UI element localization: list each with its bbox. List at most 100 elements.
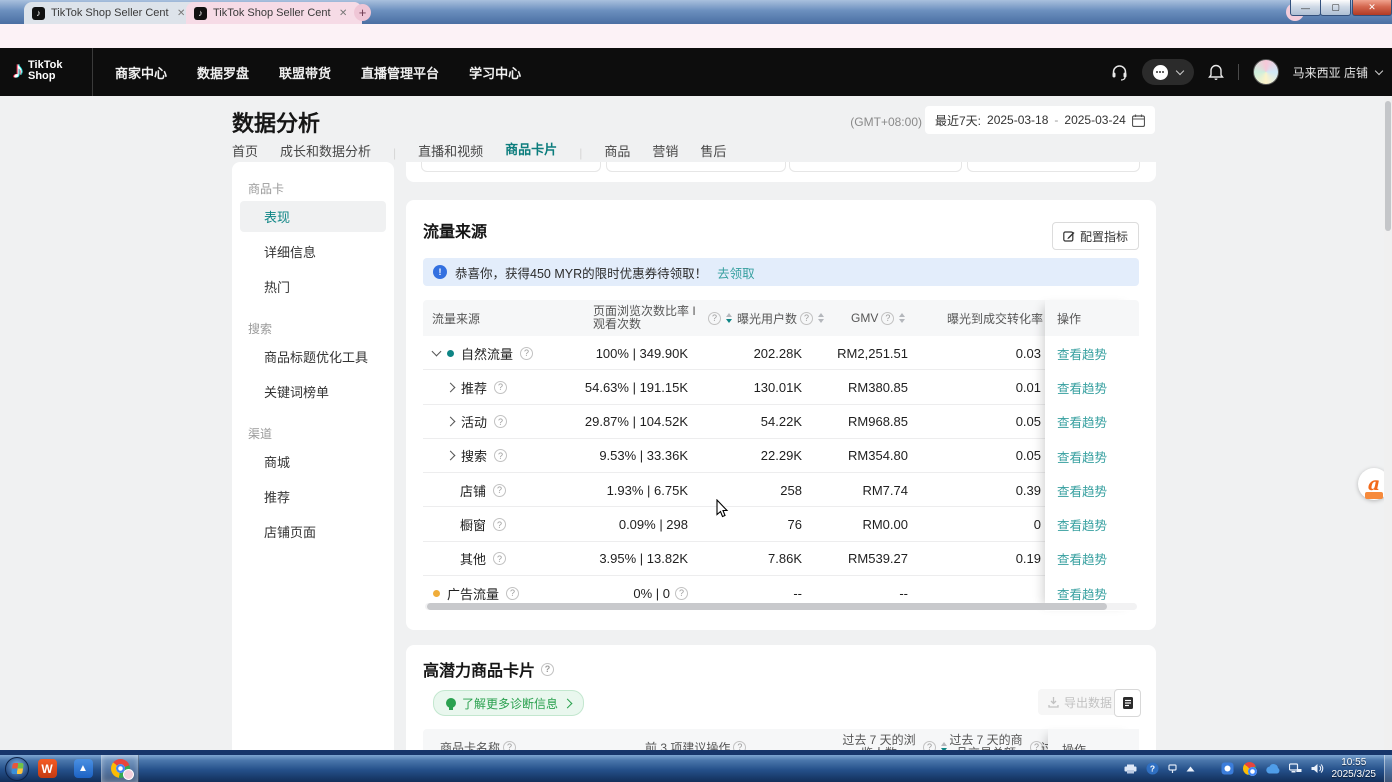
tray-app-icon[interactable] <box>1221 762 1234 775</box>
topnav-item[interactable]: 联盟带货 <box>279 63 331 82</box>
column-conversion-rate[interactable]: 曝光到成交转化率 ? <box>947 300 1059 336</box>
tab-close-icon[interactable]: ✕ <box>339 8 347 19</box>
tab-close-icon[interactable]: ✕ <box>177 8 185 19</box>
view-trend-link[interactable]: 查看趋势 <box>1045 336 1139 370</box>
sidebar-item[interactable]: 热门 <box>240 271 386 302</box>
view-trend-link[interactable]: 查看趋势 <box>1045 473 1139 507</box>
column-7day-gmv[interactable]: 过去 7 天的商品交易总额 ? <box>945 729 1054 750</box>
metric-card[interactable] <box>967 162 1140 172</box>
date-separator: - <box>1054 113 1058 127</box>
tray-usb-icon[interactable] <box>1168 764 1177 773</box>
start-button[interactable] <box>5 757 29 781</box>
info-icon[interactable]: ? <box>923 741 936 751</box>
taskbar-chrome-button[interactable] <box>101 755 139 782</box>
expand-icon[interactable] <box>446 451 456 461</box>
expand-icon[interactable] <box>432 347 442 357</box>
metric-card[interactable] <box>789 162 962 172</box>
taskbar-clock[interactable]: 10:55 2025/3/25 <box>1332 757 1377 781</box>
new-tab-button[interactable]: + <box>354 4 371 21</box>
taskbar-wps-button[interactable]: W <box>29 755 65 782</box>
info-icon[interactable]: ? <box>493 484 506 497</box>
date-range-picker[interactable]: 最近7天: 2025-03-18 - 2025-03-24 <box>925 106 1155 134</box>
topnav-item[interactable]: 商家中心 <box>115 63 167 82</box>
info-icon[interactable]: ? <box>494 415 507 428</box>
topnav-item[interactable]: 数据罗盘 <box>197 63 249 82</box>
configure-metrics-button[interactable]: 配置指标 <box>1052 222 1139 250</box>
sidebar-section-label: 商品卡 <box>248 180 394 197</box>
metric-card[interactable] <box>606 162 786 172</box>
claim-coupon-link[interactable]: 去领取 <box>717 263 755 282</box>
info-icon[interactable]: ? <box>733 741 746 751</box>
info-icon[interactable]: ? <box>503 741 516 751</box>
users-value: 76 <box>788 508 802 542</box>
clock-time: 10:55 <box>1341 757 1366 768</box>
tiktok-shop-logo[interactable]: ♪ TikTok Shop <box>12 57 62 85</box>
info-icon[interactable]: ? <box>675 587 688 600</box>
sidebar-item[interactable]: 详细信息 <box>240 236 386 267</box>
horizontal-scrollbar-thumb[interactable] <box>427 603 1107 610</box>
messages-button[interactable] <box>1142 59 1194 85</box>
show-hidden-icons-arrow[interactable] <box>1186 766 1195 772</box>
info-icon[interactable]: ? <box>493 552 506 565</box>
show-desktop-button[interactable] <box>1384 755 1392 782</box>
window-close-button[interactable]: ✕ <box>1352 0 1392 16</box>
shop-name[interactable]: 马来西亚 店铺 <box>1293 64 1368 81</box>
sidebar-item[interactable]: 推荐 <box>240 481 386 512</box>
view-trend-link[interactable]: 查看趋势 <box>1045 370 1139 404</box>
tray-help-icon[interactable]: ? <box>1146 762 1159 775</box>
info-icon[interactable]: ? <box>506 587 519 600</box>
export-data-button[interactable]: 导出数据 <box>1038 689 1122 715</box>
system-tray: ? <box>1124 762 1324 775</box>
report-list-button[interactable] <box>1114 689 1141 717</box>
window-maximize-button[interactable]: ▢ <box>1320 0 1351 16</box>
document-icon <box>1122 696 1134 710</box>
expand-icon[interactable] <box>446 382 456 392</box>
view-trend-link[interactable]: 查看趋势 <box>1045 508 1139 542</box>
view-trend-link[interactable]: 查看趋势 <box>1045 542 1139 576</box>
sidebar-item[interactable]: 店铺页面 <box>240 516 386 547</box>
info-icon[interactable]: ? <box>881 312 894 325</box>
column-impression-users[interactable]: 曝光用户数 ? <box>737 300 824 336</box>
browser-tab-1[interactable]: ♪ TikTok Shop Seller Center | Cr ✕ <box>24 2 200 24</box>
info-icon[interactable]: ? <box>541 663 554 676</box>
window-minimize-button[interactable]: — <box>1290 0 1321 16</box>
view-trend-link[interactable]: 查看趋势 <box>1045 405 1139 439</box>
info-icon[interactable]: ? <box>493 518 506 531</box>
diagnosis-link-pill[interactable]: 了解更多诊断信息 <box>433 690 584 716</box>
view-trend-link[interactable]: 查看趋势 <box>1045 439 1139 473</box>
sidebar-item[interactable]: 商品标题优化工具 <box>240 341 386 372</box>
expand-icon[interactable] <box>446 417 456 427</box>
column-gmv[interactable]: GMV ? <box>851 300 905 336</box>
headset-icon[interactable] <box>1111 64 1128 81</box>
browser-tab-2-active[interactable]: ♪ TikTok Shop Seller Center | Cr ✕ <box>186 2 362 24</box>
topnav-item[interactable]: 学习中心 <box>469 63 521 82</box>
column-7day-viewers[interactable]: 过去 7 天的浏览人数 ? <box>838 729 947 750</box>
tray-volume-icon[interactable] <box>1311 763 1324 774</box>
tray-printer-icon[interactable] <box>1124 764 1137 774</box>
metric-card[interactable] <box>421 162 601 172</box>
page-scrollbar-thumb[interactable] <box>1385 101 1391 231</box>
page-scrollbar[interactable] <box>1384 96 1392 750</box>
shop-avatar[interactable] <box>1253 59 1279 85</box>
sidebar-item[interactable]: 关键词榜单 <box>240 376 386 407</box>
notification-bell-icon[interactable] <box>1208 64 1224 81</box>
taskbar-photos-button[interactable]: ▲ <box>65 755 101 782</box>
column-pageview-ratio[interactable]: 页面浏览次数比率 I 观看次数 ? <box>593 300 732 336</box>
info-icon[interactable]: ? <box>800 312 813 325</box>
sidebar-section-label: 搜索 <box>248 320 394 337</box>
topnav-item[interactable]: 直播管理平台 <box>361 63 439 82</box>
tray-network-icon[interactable] <box>1289 763 1302 774</box>
sidebar-item[interactable]: 表现 <box>240 201 386 232</box>
sidebar-item[interactable]: 商城 <box>240 446 386 477</box>
info-icon[interactable]: ? <box>494 381 507 394</box>
sort-icon <box>818 313 824 323</box>
info-icon[interactable]: ? <box>708 312 721 325</box>
info-icon[interactable]: ? <box>520 347 533 360</box>
gmv-value: RM7.74 <box>862 473 908 507</box>
users-value: 22.29K <box>761 439 802 473</box>
tray-cloud-icon[interactable] <box>1265 764 1280 774</box>
ratio-value: 100% | 349.90K <box>596 336 688 370</box>
info-icon[interactable]: ? <box>494 449 507 462</box>
horizontal-scrollbar[interactable] <box>425 603 1137 610</box>
tray-chrome-icon[interactable] <box>1243 762 1256 775</box>
